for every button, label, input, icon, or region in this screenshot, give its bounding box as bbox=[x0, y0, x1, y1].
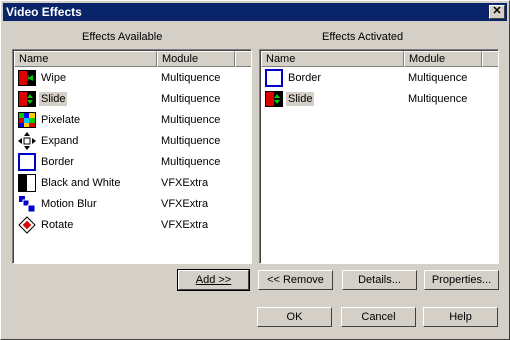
column-header-spacer bbox=[482, 51, 498, 67]
effects-activated-label: Effects Activated bbox=[322, 31, 404, 43]
add-button[interactable]: Add >> bbox=[177, 269, 250, 291]
remove-button[interactable]: << Remove bbox=[258, 270, 333, 290]
effects-available-list[interactable]: Name Module Wipe Multiquence Slide Multique… bbox=[12, 49, 252, 264]
effect-name: Pixelate bbox=[41, 114, 81, 126]
effect-module: Multiquence bbox=[161, 156, 221, 168]
expand-icon bbox=[18, 132, 36, 150]
remove-button-label: << Remove bbox=[267, 274, 324, 286]
border-icon bbox=[265, 69, 283, 87]
window-title: Video Effects bbox=[6, 5, 82, 19]
slide-icon bbox=[18, 90, 36, 108]
effect-module: Multiquence bbox=[161, 114, 221, 126]
cancel-button[interactable]: Cancel bbox=[341, 307, 416, 327]
video-effects-dialog: Video Effects ✕ Effects Available Effect… bbox=[0, 0, 510, 340]
available-effect-row[interactable]: Wipe Multiquence bbox=[14, 67, 251, 88]
effect-name: Slide bbox=[39, 92, 68, 106]
effect-module: VFXExtra bbox=[161, 177, 209, 189]
available-effect-row[interactable]: Motion Blur VFXExtra bbox=[14, 193, 251, 214]
effect-module: Multiquence bbox=[408, 72, 468, 84]
slide-icon bbox=[265, 90, 283, 108]
close-button[interactable]: ✕ bbox=[489, 5, 505, 19]
column-header-module[interactable]: Module bbox=[157, 51, 235, 67]
column-header-name[interactable]: Name bbox=[14, 51, 157, 67]
effect-name: Motion Blur bbox=[41, 198, 97, 210]
effect-name: Slide bbox=[286, 92, 315, 106]
effect-name: Border bbox=[288, 72, 322, 84]
effect-module: VFXExtra bbox=[161, 198, 209, 210]
effect-name: Black and White bbox=[41, 177, 121, 189]
ok-button[interactable]: OK bbox=[257, 307, 332, 327]
column-header-name[interactable]: Name bbox=[261, 51, 404, 67]
wipe-icon bbox=[18, 69, 36, 87]
activated-effect-row[interactable]: Slide Multiquence bbox=[261, 88, 498, 109]
available-effect-row[interactable]: Slide Multiquence bbox=[14, 88, 251, 109]
motion-blur-icon bbox=[18, 195, 36, 213]
effect-module: Multiquence bbox=[408, 93, 468, 105]
black-white-icon bbox=[18, 174, 36, 192]
details-button-label: Details... bbox=[358, 274, 401, 286]
activated-effect-row[interactable]: Border Multiquence bbox=[261, 67, 498, 88]
border-icon bbox=[18, 153, 36, 171]
effect-module: Multiquence bbox=[161, 93, 221, 105]
available-effect-row[interactable]: Expand Multiquence bbox=[14, 130, 251, 151]
available-effect-row[interactable]: Rotate VFXExtra bbox=[14, 214, 251, 235]
title-bar: Video Effects ✕ bbox=[3, 3, 507, 21]
effect-name: Wipe bbox=[41, 72, 67, 84]
column-header-spacer bbox=[235, 51, 251, 67]
effect-name: Rotate bbox=[41, 219, 74, 231]
effect-module: Multiquence bbox=[161, 72, 221, 84]
details-button[interactable]: Details... bbox=[342, 270, 417, 290]
effect-module: VFXExtra bbox=[161, 219, 209, 231]
available-effect-row[interactable]: Border Multiquence bbox=[14, 151, 251, 172]
effects-activated-list[interactable]: Name Module Border Multiquence Slide Multiq… bbox=[259, 49, 499, 264]
properties-button[interactable]: Properties... bbox=[424, 270, 499, 290]
properties-button-label: Properties... bbox=[431, 274, 492, 286]
effects-available-label: Effects Available bbox=[82, 31, 163, 43]
help-button[interactable]: Help bbox=[423, 307, 498, 327]
effect-name: Border bbox=[41, 156, 75, 168]
add-button-label: Add >> bbox=[195, 274, 232, 286]
available-effect-row[interactable]: Black and White VFXExtra bbox=[14, 172, 251, 193]
cancel-button-label: Cancel bbox=[361, 311, 396, 323]
pixelate-icon bbox=[18, 111, 36, 129]
effect-module: Multiquence bbox=[161, 135, 221, 147]
available-effect-row[interactable]: Pixelate Multiquence bbox=[14, 109, 251, 130]
help-button-label: Help bbox=[449, 311, 472, 323]
rotate-icon bbox=[18, 216, 36, 234]
column-header-module[interactable]: Module bbox=[404, 51, 482, 67]
effect-name: Expand bbox=[41, 135, 79, 147]
ok-button-label: OK bbox=[286, 311, 303, 323]
